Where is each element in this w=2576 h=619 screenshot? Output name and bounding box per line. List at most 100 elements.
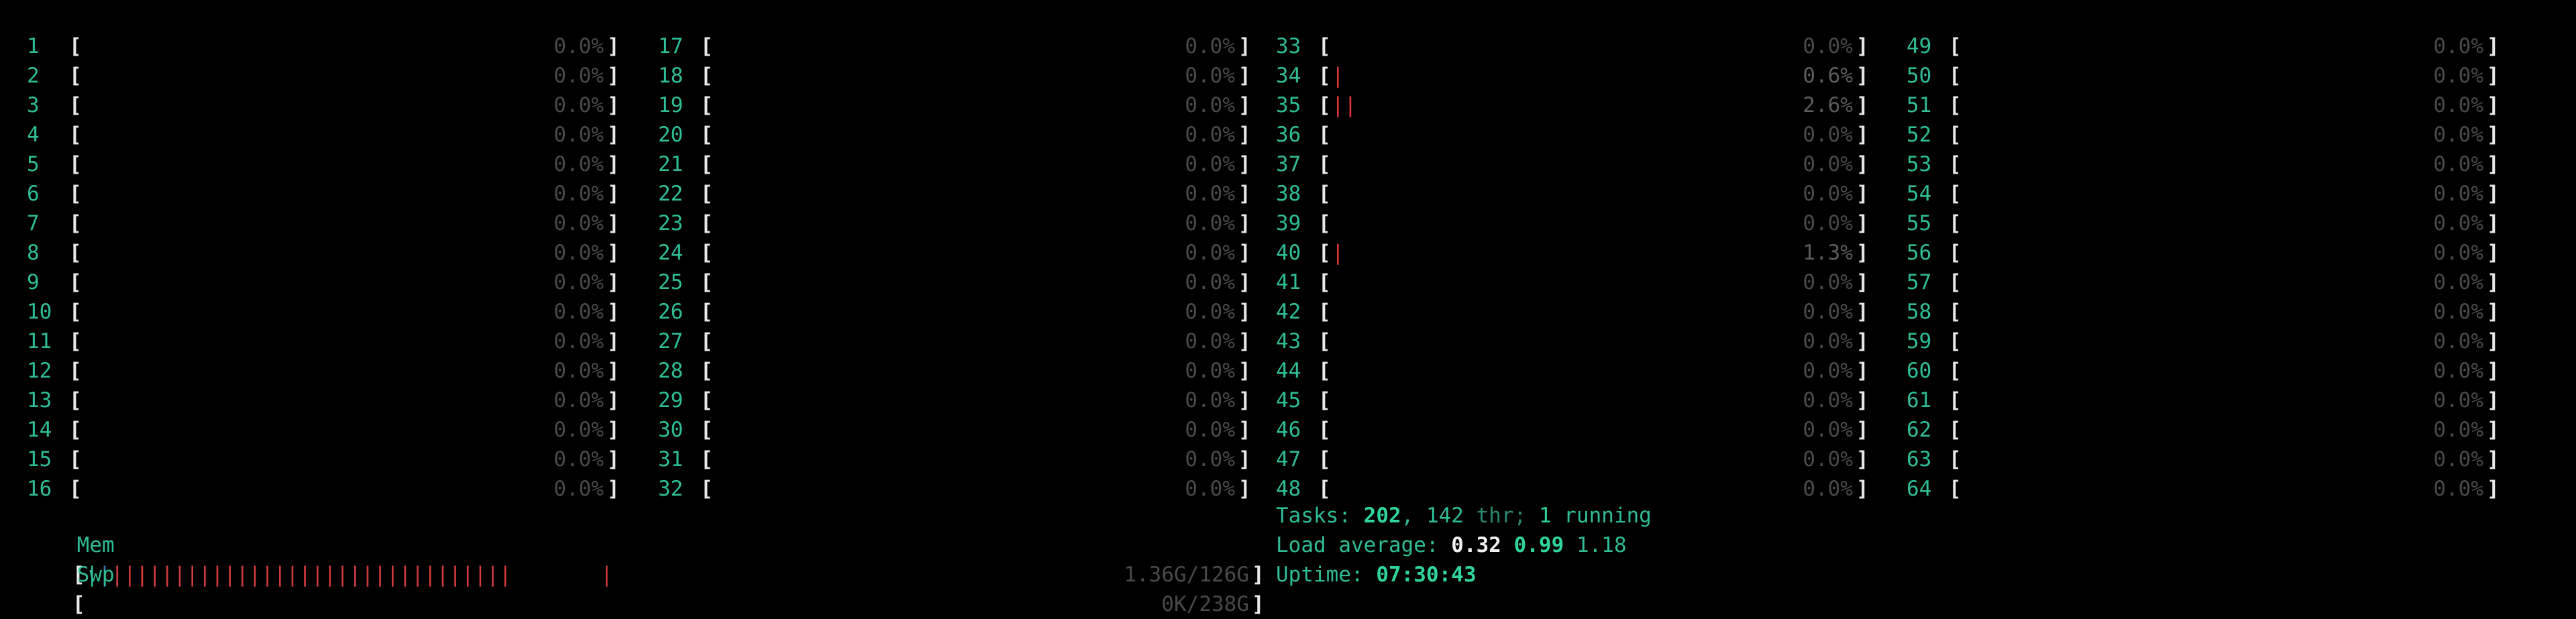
bracket-open: [: [1949, 152, 1962, 176]
bracket-close: ]: [2487, 388, 2500, 412]
bracket-close: ]: [607, 300, 620, 324]
bracket-open: [: [700, 477, 713, 501]
cpu-percent: 0.0%: [1185, 477, 1235, 501]
cpu-percent: 0.0%: [2433, 388, 2483, 412]
cpu-id: 16: [27, 477, 52, 501]
cpu-id: 31: [658, 447, 684, 471]
bracket-open: [: [1318, 300, 1331, 324]
bracket-close: ]: [1856, 211, 1869, 235]
cpu-percent: 0.0%: [1185, 329, 1235, 353]
cpu-id: 30: [658, 418, 684, 442]
cpu-id: 12: [27, 359, 52, 383]
running-label: running: [1551, 504, 1652, 528]
cpu-percent: 0.0%: [1803, 359, 1853, 383]
cpu-percent: 0.0%: [553, 477, 604, 501]
bracket-open: [: [1318, 359, 1331, 383]
cpu-id: 36: [1276, 123, 1301, 147]
load-15min: 1.18: [1576, 533, 1627, 557]
bracket-open: [: [1318, 123, 1331, 147]
cpu-meter-row: 35 [|| 2.6%]: [1276, 91, 1880, 120]
cpu-id: 27: [658, 329, 684, 353]
bracket-open: [: [1949, 447, 1962, 471]
bracket-open: [: [700, 152, 713, 176]
cpu-id: 48: [1276, 477, 1301, 501]
bracket-open: [: [69, 477, 82, 501]
cpu-id: 49: [1907, 34, 1932, 58]
cpu-percent: 0.0%: [553, 182, 604, 206]
bracket-close: ]: [1856, 241, 1869, 265]
cpu-id: 52: [1907, 123, 1932, 147]
cpu-percent: 0.0%: [1185, 270, 1235, 294]
cpu-percent: 0.6%: [1803, 64, 1853, 88]
cpu-id: 6: [27, 182, 40, 206]
bracket-open: [: [1318, 182, 1331, 206]
cpu-id: 63: [1907, 447, 1932, 471]
tasks-label: Tasks:: [1276, 504, 1364, 528]
bracket-open: [: [69, 447, 82, 471]
bracket-close: ]: [1238, 418, 1251, 442]
bracket-open: [: [1949, 123, 1962, 147]
uptime-line: Uptime: 07:30:43: [1276, 560, 1477, 589]
cpu-percent: 0.0%: [553, 388, 604, 412]
cpu-id: 7: [27, 211, 40, 235]
cpu-meter-row: 15 [0.0%]: [27, 445, 631, 474]
cpu-id: 38: [1276, 182, 1301, 206]
cpu-id: 10: [27, 300, 52, 324]
cpu-percent: 0.0%: [553, 447, 604, 471]
cpu-meter-row: 49 [0.0%]: [1907, 32, 2510, 61]
cpu-id: 13: [27, 388, 52, 412]
cpu-id: 34: [1276, 64, 1301, 88]
bracket-open: [: [1949, 329, 1962, 353]
bracket-open: [: [1949, 34, 1962, 58]
bracket-open: [: [1318, 93, 1331, 117]
cpu-meter-row: 11 [0.0%]: [27, 327, 631, 356]
bracket-close: ]: [1238, 388, 1251, 412]
cpu-id: 57: [1907, 270, 1932, 294]
cpu-meter-row: 2 [0.0%]: [27, 61, 631, 91]
cpu-id: 18: [658, 64, 684, 88]
cpu-meter-row: 17 [0.0%]: [658, 32, 1262, 61]
cpu-percent: 0.0%: [2433, 211, 2483, 235]
bracket-open: [: [700, 241, 713, 265]
bracket-close: ]: [1238, 123, 1251, 147]
cpu-percent: 0.0%: [2433, 241, 2483, 265]
cpu-id: 24: [658, 241, 684, 265]
bracket-open: [: [1318, 152, 1331, 176]
cpu-meter-row: 64 [0.0%]: [1907, 474, 2510, 504]
cpu-meter-row: 42 [0.0%]: [1276, 297, 1880, 327]
cpu-meter-row: 26 [0.0%]: [658, 297, 1262, 327]
bracket-open: [: [69, 329, 82, 353]
cpu-meter-row: 32 [0.0%]: [658, 474, 1262, 504]
cpu-meter-row: 43 [0.0%]: [1276, 327, 1880, 356]
tasks-line: Tasks: 202, 142 thr; 1 running: [1276, 501, 1652, 530]
bracket-close: ]: [2487, 477, 2500, 501]
bracket-close: ]: [607, 329, 620, 353]
cpu-percent: 0.0%: [553, 241, 604, 265]
tasks-count: 202: [1363, 504, 1401, 528]
bracket-close: ]: [2487, 211, 2500, 235]
cpu-meter-row: 31 [0.0%]: [658, 445, 1262, 474]
cpu-meter-row: 63 [0.0%]: [1907, 445, 2510, 474]
bracket-open: [: [69, 418, 82, 442]
cpu-meter-row: 57 [0.0%]: [1907, 268, 2510, 297]
cpu-meter-row: 53 [0.0%]: [1907, 150, 2510, 179]
bracket-close: ]: [1856, 329, 1869, 353]
cpu-meter-row: 59 [0.0%]: [1907, 327, 2510, 356]
cpu-id: 9: [27, 270, 40, 294]
cpu-percent: 0.0%: [2433, 64, 2483, 88]
swp-label: Swp: [76, 563, 115, 587]
cpu-meter-row: 46 [0.0%]: [1276, 415, 1880, 445]
cpu-meter-row: 9 [0.0%]: [27, 268, 631, 297]
cpu-meter-row: 34 [| 0.6%]: [1276, 61, 1880, 91]
bracket-open: [: [1949, 241, 1962, 265]
bracket-open: [: [1318, 64, 1331, 88]
bracket-open: [: [1949, 211, 1962, 235]
cpu-meter-row: 56 [0.0%]: [1907, 238, 2510, 268]
bracket-close: ]: [607, 270, 620, 294]
cpu-percent: 0.0%: [2433, 447, 2483, 471]
cpu-meter-row: 4 [0.0%]: [27, 120, 631, 150]
cpu-meter-row: 24 [0.0%]: [658, 238, 1262, 268]
cpu-meter-row: 1 [0.0%]: [27, 32, 631, 61]
cpu-meter-row: 29 [0.0%]: [658, 386, 1262, 415]
bracket-open: [: [700, 329, 713, 353]
